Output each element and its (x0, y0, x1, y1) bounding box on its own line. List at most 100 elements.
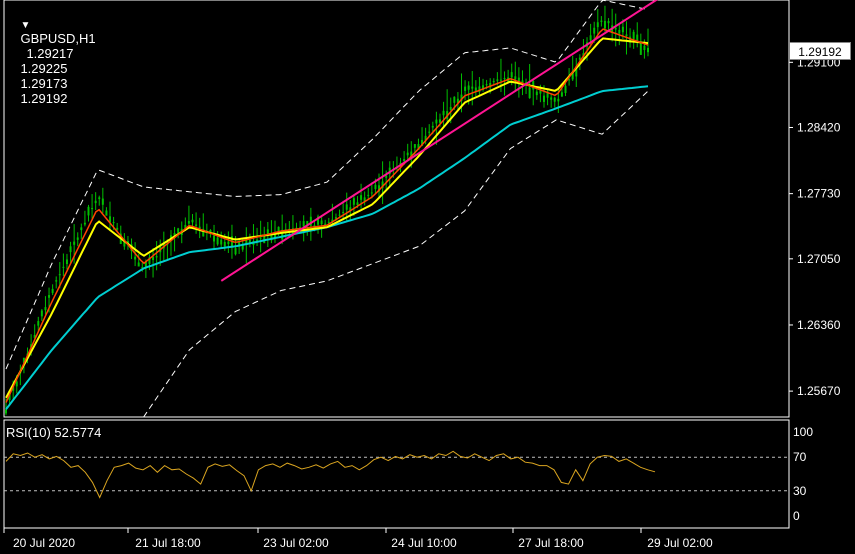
candle-body (5, 409, 7, 414)
candle-body (69, 246, 72, 253)
candle-body (367, 194, 370, 196)
candle-body (553, 97, 556, 102)
candle-body (83, 222, 86, 225)
candle-body (213, 235, 216, 242)
symbol-label: GBPUSD,H1 (20, 31, 96, 46)
candle-body (413, 144, 416, 148)
chart-canvas[interactable]: 1.291001.284201.277301.270501.263601.256… (0, 0, 855, 554)
candle-body (248, 239, 251, 243)
candle-body (510, 72, 513, 78)
candle-body (227, 241, 230, 245)
candle-body (370, 192, 373, 194)
candle-body (560, 92, 563, 97)
chart-header: ▼ GBPUSD,H1 1.29217 1.29225 1.29173 1.29… (6, 1, 96, 121)
bollinger-lower-line (143, 90, 649, 418)
candle-body (116, 227, 119, 230)
candle-body (302, 221, 305, 227)
candle-body (277, 226, 280, 232)
candle-body (442, 110, 445, 116)
candle-body (94, 200, 97, 204)
candle-body (431, 125, 434, 128)
candle-body (134, 256, 137, 260)
candle-body (428, 131, 431, 133)
candle-body (112, 222, 115, 224)
candle-body (496, 79, 499, 81)
time-tick-label: 23 Jul 02:00 (263, 536, 329, 550)
rsi-panel-frame (3, 419, 790, 529)
candle-body (499, 79, 502, 81)
candle-body (492, 81, 495, 83)
candle-body (98, 197, 101, 199)
candle-body (600, 20, 603, 22)
candle-body (191, 219, 194, 223)
candle-body (40, 310, 43, 317)
candle-body (37, 321, 40, 326)
candle-body (216, 237, 219, 245)
candle-body (320, 220, 323, 225)
candle-body (105, 210, 108, 216)
candle-body (589, 35, 592, 41)
candle-body (503, 77, 506, 79)
price-tick-label: 1.25670 (797, 384, 841, 398)
candle-body (643, 45, 646, 51)
candle-body (155, 256, 158, 258)
price-tick-label: 1.26360 (797, 318, 841, 332)
candle-body (625, 34, 628, 37)
candle-body (342, 212, 345, 214)
candle-body (223, 241, 226, 247)
candle-body (87, 206, 90, 216)
candle-body (471, 86, 474, 89)
rsi-tick-label: 100 (793, 425, 813, 439)
candle-body (632, 31, 635, 39)
candle-body (76, 237, 79, 240)
candle-body (345, 204, 348, 210)
candle-body (539, 90, 542, 94)
candle-body (327, 221, 330, 223)
ohlc-close: 1.29192 (20, 91, 68, 106)
candle-body (542, 95, 545, 102)
candle-body (464, 86, 467, 91)
menu-triangle-icon[interactable]: ▼ (20, 20, 30, 31)
candle-body (51, 288, 54, 294)
candle-body (360, 195, 363, 200)
candle-body (65, 259, 68, 265)
ohlc-high: 1.29225 (20, 61, 68, 76)
candle-body (528, 87, 531, 99)
candle-body (621, 26, 624, 33)
candle-body (55, 280, 58, 282)
candle-body (44, 307, 47, 311)
time-tick-label: 24 Jul 10:00 (391, 536, 457, 550)
ohlc-open: 1.29217 (26, 46, 74, 61)
candle-body (603, 20, 606, 29)
time-tick-label: 29 Jul 02:00 (647, 536, 713, 550)
rsi-label: RSI(10) 52.5774 (6, 425, 102, 440)
candle-body (101, 198, 104, 205)
rsi-tick-label: 0 (793, 509, 800, 523)
candle-body (550, 97, 553, 100)
candle-body (647, 47, 649, 53)
candle-body (259, 237, 262, 239)
candle-body (639, 43, 642, 55)
candle-body (352, 198, 355, 205)
candle-body (62, 266, 65, 268)
bollinger-upper-line (5, 0, 649, 370)
main-panel-frame (3, 0, 790, 418)
candle-body (374, 184, 377, 190)
candle-body (596, 22, 599, 28)
candle-body (607, 21, 610, 24)
candle-body (453, 96, 456, 103)
candle-body (514, 76, 517, 80)
candle-body (593, 27, 596, 34)
price-tick-label: 1.27730 (797, 187, 841, 201)
candle-body (403, 159, 406, 162)
candle-body (435, 119, 438, 124)
candle-body (406, 152, 409, 156)
moving-average-slow-line (5, 37, 649, 399)
trendline (220, 0, 659, 282)
candle-body (241, 245, 244, 250)
candle-body (557, 98, 560, 102)
candle-body (438, 119, 441, 123)
time-tick-label: 20 Jul 2020 (13, 536, 75, 550)
candle-body (91, 208, 94, 210)
price-tick-label: 1.28420 (797, 120, 841, 134)
